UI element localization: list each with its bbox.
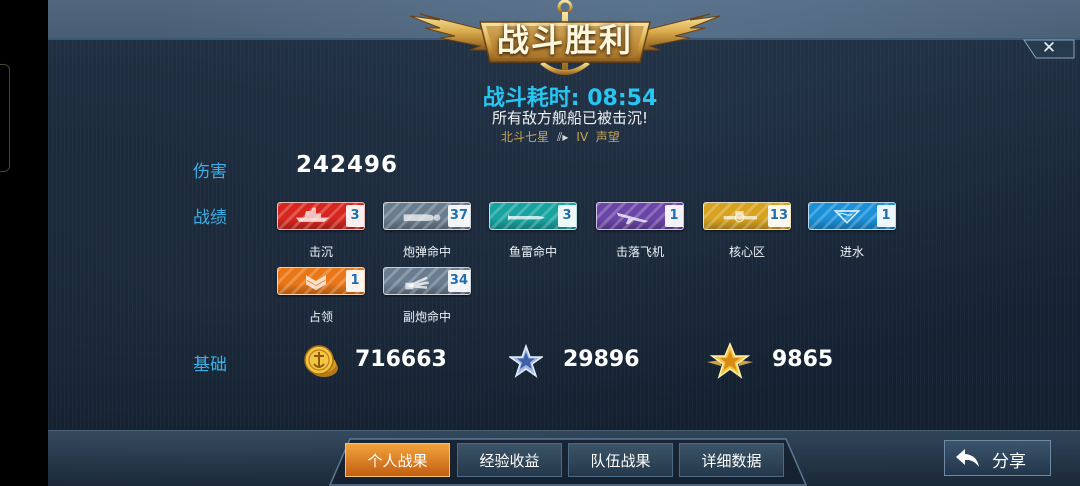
credits-value: 716663	[355, 347, 447, 372]
achievement-badge[interactable]: 37	[383, 202, 471, 230]
battle-result-text: 所有敌方舰船已被击沉!	[491, 109, 648, 127]
badge-caption: 鱼雷命中	[508, 245, 557, 259]
citadel-hit-icon	[723, 211, 757, 223]
achievement-badge[interactable]: 1	[277, 267, 365, 295]
victory-banner: 战斗胜利	[400, 0, 730, 82]
tab-team-results[interactable]: 队伍战果	[568, 443, 673, 477]
achievement-badge[interactable]: 34	[383, 267, 471, 295]
reputation-label: 声望	[595, 130, 620, 144]
shell-hit-icon	[403, 214, 441, 221]
achievement-badge[interactable]: 1	[808, 202, 896, 230]
base-label: 基础	[193, 355, 227, 375]
achievements-label: 战绩	[193, 208, 227, 228]
badge-count: 1	[665, 205, 683, 227]
share-arrow-icon	[956, 449, 979, 467]
rank-chevron-icon: ⫽▸	[557, 130, 569, 144]
ship-info: 北斗七星 ⫽▸ IV 声望	[501, 128, 620, 145]
damage-value: 242496	[296, 152, 399, 178]
badge-count: 3	[346, 205, 364, 227]
sinking-ship-icon	[296, 207, 330, 222]
badge-caption: 击沉	[308, 245, 333, 259]
tab-experience-gain[interactable]: 经验收益	[457, 443, 562, 477]
capture-icon	[306, 275, 326, 291]
badge-count: 3	[558, 205, 576, 227]
game-screen: 战斗胜利 ✕ 战斗耗时: 08:54 所有敌方舰船已被击沉! 北斗七星 ⫽▸ IV …	[0, 0, 1080, 486]
damage-label: 伤害	[193, 162, 227, 182]
gold-coin-icon	[304, 345, 338, 377]
free-experience-value: 9865	[772, 347, 834, 372]
ship-tier: IV	[576, 130, 589, 144]
achievement-badge[interactable]: 13	[703, 202, 791, 230]
badge-count: 1	[346, 270, 364, 292]
experience-value: 29896	[563, 347, 640, 372]
achievement-badge[interactable]: 1	[596, 202, 684, 230]
plane-shootdown-icon	[616, 212, 649, 225]
screen-edge	[0, 0, 48, 486]
achievement-badge[interactable]: 3	[489, 202, 577, 230]
secondary-hit-icon	[405, 276, 429, 290]
badge-caption: 核心区	[728, 245, 765, 259]
badge-count: 13	[767, 205, 790, 227]
badge-caption: 进水	[839, 245, 864, 259]
flooding-icon	[833, 210, 861, 224]
achievement-badge[interactable]: 3	[277, 202, 365, 230]
victory-title: 战斗胜利	[496, 21, 633, 59]
badge-caption: 占领	[308, 310, 333, 324]
close-button[interactable]: ✕	[1022, 38, 1076, 60]
badge-caption: 炮弹命中	[402, 245, 451, 259]
badge-caption: 副炮命中	[402, 310, 451, 324]
gold-star-icon	[707, 342, 753, 379]
badge-caption: 击落飞机	[615, 245, 664, 259]
badge-count: 34	[447, 270, 470, 292]
torpedo-hit-icon	[508, 214, 545, 221]
badge-count: 1	[877, 205, 895, 227]
tab-detailed-data[interactable]: 详细数据	[679, 443, 784, 477]
share-label: 分享	[992, 452, 1026, 472]
share-button[interactable]: 分享	[944, 440, 1051, 476]
ship-name: 北斗七星	[501, 130, 550, 144]
tab-personal-results[interactable]: 个人战果	[345, 443, 450, 477]
close-icon: ✕	[1041, 38, 1057, 58]
silver-star-icon	[509, 344, 543, 378]
badge-count: 37	[447, 205, 470, 227]
